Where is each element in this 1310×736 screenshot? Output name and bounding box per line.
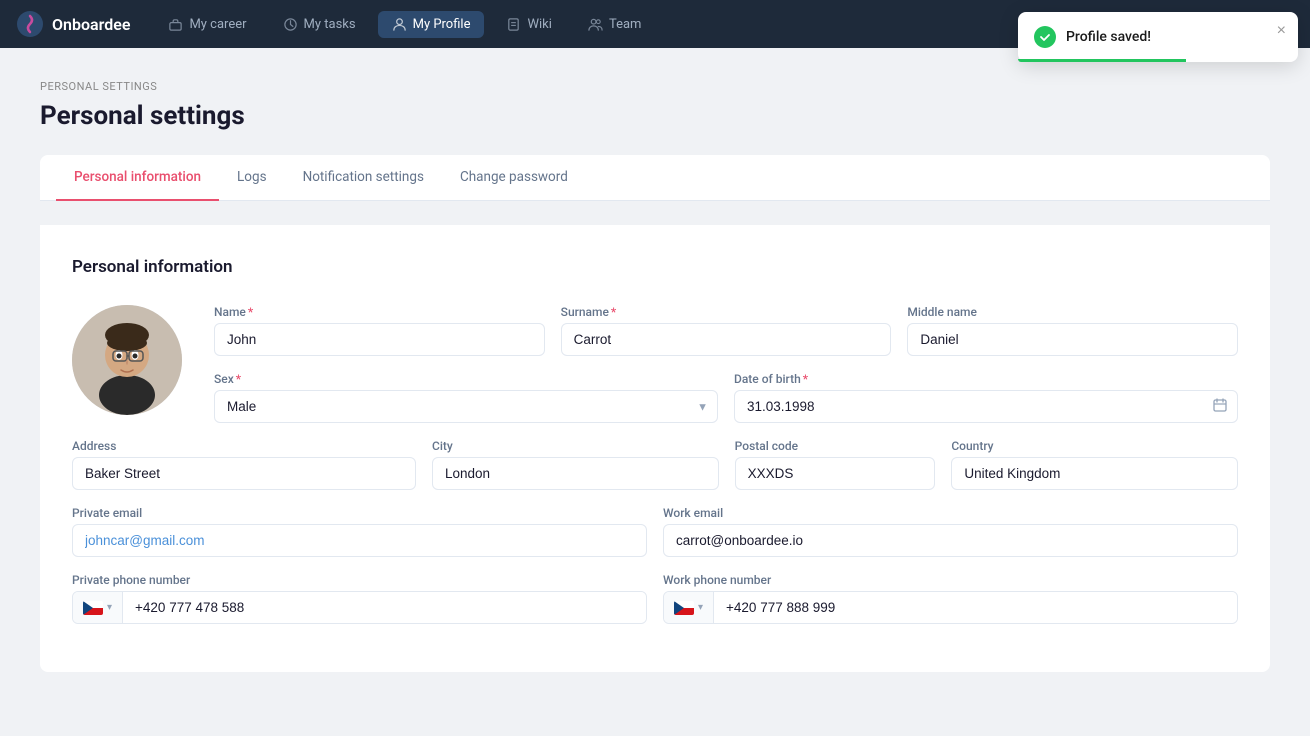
tab-change-password[interactable]: Change password (442, 155, 586, 201)
team-icon (588, 17, 603, 32)
wiki-icon (506, 17, 521, 32)
avatar-column (72, 305, 182, 439)
tab-personal-information[interactable]: Personal information (56, 155, 219, 201)
nav-team[interactable]: Team (574, 11, 656, 38)
work-email-input[interactable] (663, 524, 1238, 557)
surname-field-group: Surname* (561, 305, 892, 356)
city-field-group: City (432, 439, 719, 490)
private-email-input[interactable] (72, 524, 647, 557)
address-row: Address City Postal code Country (72, 439, 1238, 490)
private-email-field-group: Private email (72, 506, 647, 557)
toast-progress-bar (1018, 59, 1186, 62)
surname-label: Surname* (561, 305, 892, 319)
middle-name-input[interactable] (907, 323, 1238, 356)
toast-close-button[interactable]: × (1277, 22, 1286, 40)
address-input[interactable] (72, 457, 416, 490)
postal-label: Postal code (735, 439, 936, 453)
email-row: Private email Work email (72, 506, 1238, 557)
work-email-field-group: Work email (663, 506, 1238, 557)
brand-name: Onboardee (52, 15, 130, 34)
page-wrapper: PERSONAL SETTINGS Personal settings Pers… (0, 48, 1310, 704)
checkmark-icon (1039, 31, 1051, 43)
country-label: Country (951, 439, 1238, 453)
avatar-image (72, 305, 182, 415)
city-input[interactable] (432, 457, 719, 490)
surname-input[interactable] (561, 323, 892, 356)
work-phone-label: Work phone number (663, 573, 1238, 587)
dob-label: Date of birth* (734, 372, 1238, 386)
dob-field-group: Date of birth* (734, 372, 1238, 423)
work-phone-input-wrapper: ▾ (663, 591, 1238, 624)
tab-notification-settings[interactable]: Notification settings (285, 155, 442, 201)
sex-select-wrapper: Male Female Other ▼ (214, 390, 718, 423)
nav-wiki[interactable]: Wiki (492, 11, 565, 38)
sex-dob-row: Sex* Male Female Other ▼ (214, 372, 1238, 423)
briefcase-icon (168, 17, 183, 32)
nav-my-profile[interactable]: My Profile (378, 11, 485, 38)
private-phone-field-group: Private phone number ▾ (72, 573, 647, 624)
private-phone-input[interactable] (123, 592, 646, 623)
dob-input[interactable] (734, 390, 1238, 423)
tasks-icon (283, 17, 298, 32)
czech-flag-icon-2 (674, 601, 694, 615)
phone-row: Private phone number ▾ Work phone number (72, 573, 1238, 624)
private-phone-input-wrapper: ▾ (72, 591, 647, 624)
nav-my-career[interactable]: My career (154, 11, 260, 38)
work-email-label: Work email (663, 506, 1238, 520)
czech-flag-icon (83, 601, 103, 615)
nav-my-tasks[interactable]: My tasks (269, 11, 370, 38)
name-label: Name* (214, 305, 545, 319)
country-input[interactable] (951, 457, 1238, 490)
work-phone-field-group: Work phone number ▾ (663, 573, 1238, 624)
country-field-group: Country (951, 439, 1238, 490)
private-email-label: Private email (72, 506, 647, 520)
toast-success-icon (1034, 26, 1056, 48)
private-phone-label: Private phone number (72, 573, 647, 587)
work-phone-input[interactable] (714, 592, 1237, 623)
middle-name-label: Middle name (907, 305, 1238, 319)
sex-select[interactable]: Male Female Other (214, 390, 718, 423)
postal-input[interactable] (735, 457, 936, 490)
dob-date-wrapper (734, 390, 1238, 423)
toast-notification: Profile saved! × (1018, 12, 1298, 62)
work-phone-flag[interactable]: ▾ (664, 592, 714, 623)
form-section: Name* Surname* Middle name (72, 305, 1238, 439)
fields-column: Name* Surname* Middle name (214, 305, 1238, 439)
personal-info-card: Personal information (40, 225, 1270, 672)
phone-flag-chevron-icon: ▾ (107, 602, 112, 613)
name-input[interactable] (214, 323, 545, 356)
private-phone-flag[interactable]: ▾ (73, 592, 123, 623)
address-field-group: Address (72, 439, 416, 490)
toast-message: Profile saved! (1066, 29, 1151, 45)
avatar[interactable] (72, 305, 182, 415)
card-title: Personal information (72, 257, 1238, 277)
profile-icon (392, 17, 407, 32)
name-row: Name* Surname* Middle name (214, 305, 1238, 356)
sex-field-group: Sex* Male Female Other ▼ (214, 372, 718, 423)
brand: Onboardee (16, 10, 130, 38)
breadcrumb: PERSONAL SETTINGS (40, 80, 1270, 93)
brand-logo-icon (16, 10, 44, 38)
postal-field-group: Postal code (735, 439, 936, 490)
phone-flag-chevron-icon-2: ▾ (698, 602, 703, 613)
middle-name-field-group: Middle name (907, 305, 1238, 356)
address-label: Address (72, 439, 416, 453)
city-label: City (432, 439, 719, 453)
name-field-group: Name* (214, 305, 545, 356)
tab-logs[interactable]: Logs (219, 155, 285, 201)
tabs-container: Personal information Logs Notification s… (40, 155, 1270, 201)
page-title: Personal settings (40, 101, 1270, 131)
sex-label: Sex* (214, 372, 718, 386)
